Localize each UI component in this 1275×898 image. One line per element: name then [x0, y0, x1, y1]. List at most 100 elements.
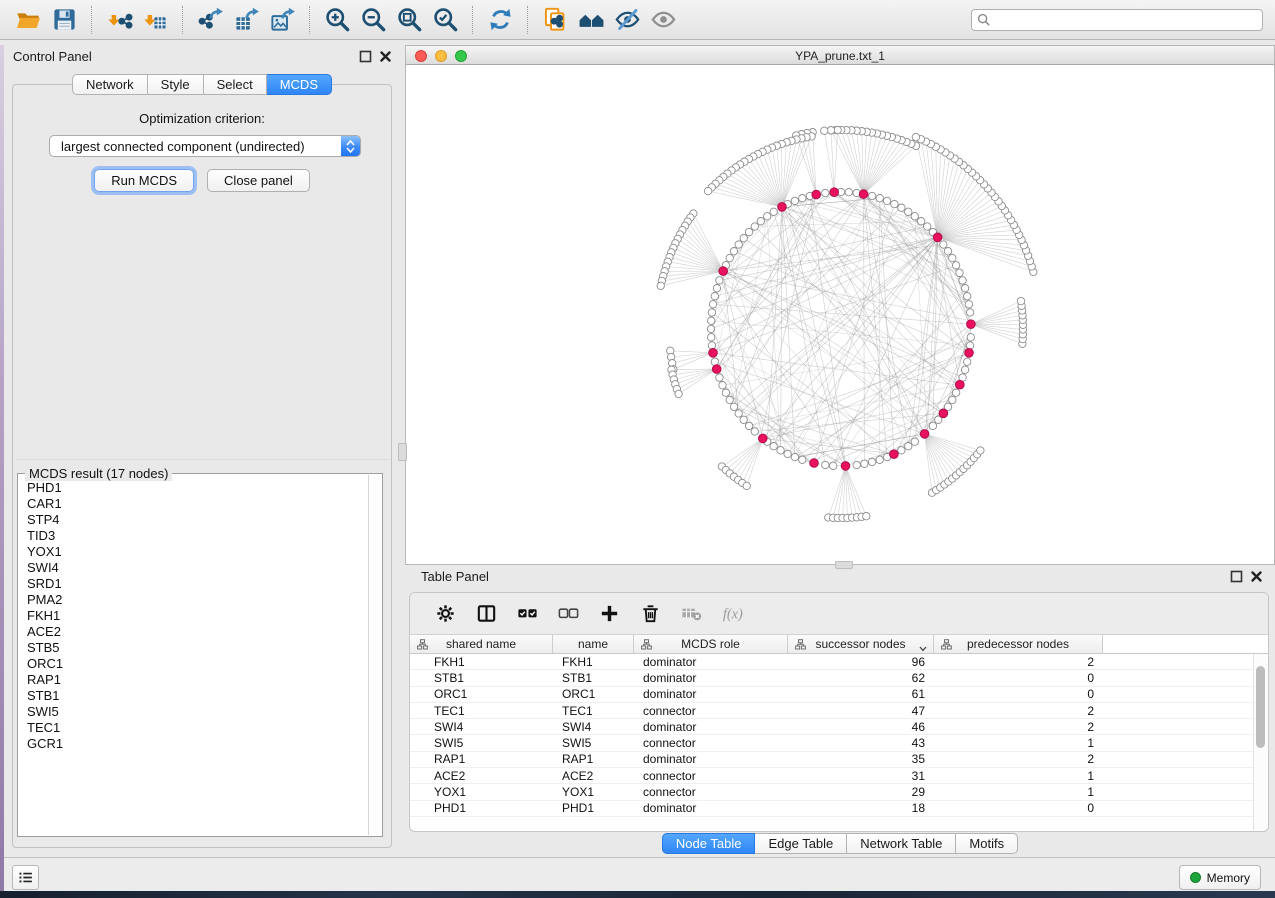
table-row[interactable]: SWI4SWI4dominator462 — [410, 719, 1253, 735]
tab-mcds[interactable]: MCDS — [267, 74, 332, 95]
delete-column-button[interactable] — [636, 600, 664, 628]
network-node[interactable] — [845, 189, 852, 196]
network-node[interactable] — [713, 285, 720, 292]
mcds-result-item[interactable]: TID3 — [27, 528, 368, 544]
network-node[interactable] — [966, 309, 973, 316]
tab-select[interactable]: Select — [204, 74, 267, 95]
network-node[interactable] — [716, 374, 723, 381]
network-node[interactable] — [726, 254, 733, 261]
network-node[interactable] — [730, 248, 737, 255]
network-node[interactable] — [708, 334, 715, 341]
horizontal-splitter-handle[interactable] — [835, 561, 853, 569]
network-node[interactable] — [764, 213, 771, 220]
network-node[interactable] — [770, 208, 777, 215]
network-node[interactable] — [757, 218, 764, 225]
mcds-result-item[interactable]: SRD1 — [27, 576, 368, 592]
network-node[interactable] — [964, 358, 971, 365]
network-node[interactable] — [883, 197, 890, 204]
close-panel-icon[interactable] — [379, 50, 392, 63]
column-header-predecessor-nodes[interactable]: predecessor nodes — [934, 635, 1103, 653]
network-node[interactable] — [719, 382, 726, 389]
table-row[interactable]: FKH1FKH1dominator962 — [410, 654, 1253, 670]
network-node[interactable] — [716, 277, 723, 284]
column-header-shared-name[interactable]: shared name — [410, 635, 553, 653]
network-node[interactable] — [911, 213, 918, 220]
network-node[interactable] — [822, 189, 829, 196]
network-node[interactable] — [952, 389, 959, 396]
network-node[interactable] — [876, 456, 883, 463]
import-network-button[interactable] — [101, 3, 137, 37]
export-network-button[interactable] — [192, 3, 228, 37]
vertical-splitter-handle[interactable] — [398, 443, 407, 461]
network-node[interactable] — [949, 254, 956, 261]
mcds-result-item[interactable]: SWI4 — [27, 560, 368, 576]
mcds-node[interactable] — [778, 203, 787, 212]
network-node[interactable] — [745, 228, 752, 235]
network-node[interactable] — [961, 285, 968, 292]
mcds-result-item[interactable]: ORC1 — [27, 656, 368, 672]
tab-network-table[interactable]: Network Table — [847, 833, 956, 854]
close-panel-button[interactable]: Close panel — [207, 169, 310, 192]
network-node[interactable] — [898, 447, 905, 454]
tab-edge-table[interactable]: Edge Table — [755, 833, 847, 854]
network-node[interactable] — [770, 443, 777, 450]
mcds-node[interactable] — [933, 233, 942, 242]
mcds-node[interactable] — [810, 459, 819, 468]
table-scrollbar[interactable] — [1253, 654, 1267, 830]
close-panel-icon[interactable] — [1250, 570, 1263, 583]
network-node[interactable] — [959, 277, 966, 284]
network-node[interactable] — [740, 416, 747, 423]
network-node[interactable] — [940, 241, 947, 248]
network-node[interactable] — [898, 204, 905, 211]
mcds-result-item[interactable]: ACE2 — [27, 624, 368, 640]
table-row[interactable]: STB1STB1dominator620 — [410, 670, 1253, 686]
mcds-node[interactable] — [859, 190, 868, 199]
network-node[interactable] — [822, 461, 829, 468]
settings-button[interactable] — [431, 600, 459, 628]
search-box[interactable] — [971, 9, 1263, 31]
network-node[interactable] — [791, 453, 798, 460]
task-history-button[interactable] — [12, 865, 39, 890]
show-all-button[interactable] — [645, 3, 681, 37]
column-header-MCDS-role[interactable]: MCDS role — [634, 635, 788, 653]
add-column-button[interactable] — [595, 600, 623, 628]
network-node[interactable] — [961, 366, 968, 373]
mcds-result-item[interactable]: GCR1 — [27, 736, 368, 752]
network-node[interactable] — [905, 443, 912, 450]
network-canvas[interactable] — [406, 66, 1274, 564]
memory-button[interactable]: Memory — [1179, 865, 1261, 890]
mcds-node[interactable] — [830, 188, 839, 197]
export-image-button[interactable] — [264, 3, 300, 37]
hide-selected-button[interactable] — [609, 3, 645, 37]
mcds-node[interactable] — [920, 430, 929, 439]
mcds-result-list[interactable]: PHD1CAR1STP4TID3YOX1SWI4SRD1PMA2FKH1ACE2… — [19, 475, 368, 835]
column-header-successor-nodes[interactable]: successor nodes — [788, 635, 934, 653]
table-row[interactable]: SWI5SWI5connector431 — [410, 735, 1253, 751]
network-node[interactable] — [708, 342, 715, 349]
network-node[interactable] — [708, 309, 715, 316]
mcds-result-scrollbar[interactable] — [368, 475, 381, 835]
network-node[interactable] — [751, 223, 758, 230]
table-row[interactable]: RAP1RAP1dominator352 — [410, 752, 1253, 768]
open-file-button[interactable] — [10, 3, 46, 37]
table-row[interactable]: ORC1ORC1dominator610 — [410, 687, 1253, 703]
float-window-icon[interactable] — [359, 50, 372, 63]
network-node[interactable] — [735, 241, 742, 248]
network-node[interactable] — [952, 262, 959, 269]
tab-node-table[interactable]: Node Table — [662, 833, 756, 854]
tab-network[interactable]: Network — [72, 74, 148, 95]
network-node[interactable] — [799, 456, 806, 463]
table-row[interactable]: YOX1YOX1connector291 — [410, 784, 1253, 800]
network-node[interactable] — [949, 396, 956, 403]
network-node[interactable] — [891, 200, 898, 207]
network-node[interactable] — [956, 269, 963, 276]
network-node[interactable] — [868, 192, 875, 199]
network-node[interactable] — [944, 248, 951, 255]
column-header-name[interactable]: name — [553, 635, 634, 653]
network-node[interactable] — [1017, 297, 1024, 304]
network-node[interactable] — [751, 428, 758, 435]
network-node[interactable] — [745, 422, 752, 429]
network-node[interactable] — [876, 195, 883, 202]
mcds-result-item[interactable]: TEC1 — [27, 720, 368, 736]
network-node[interactable] — [929, 422, 936, 429]
